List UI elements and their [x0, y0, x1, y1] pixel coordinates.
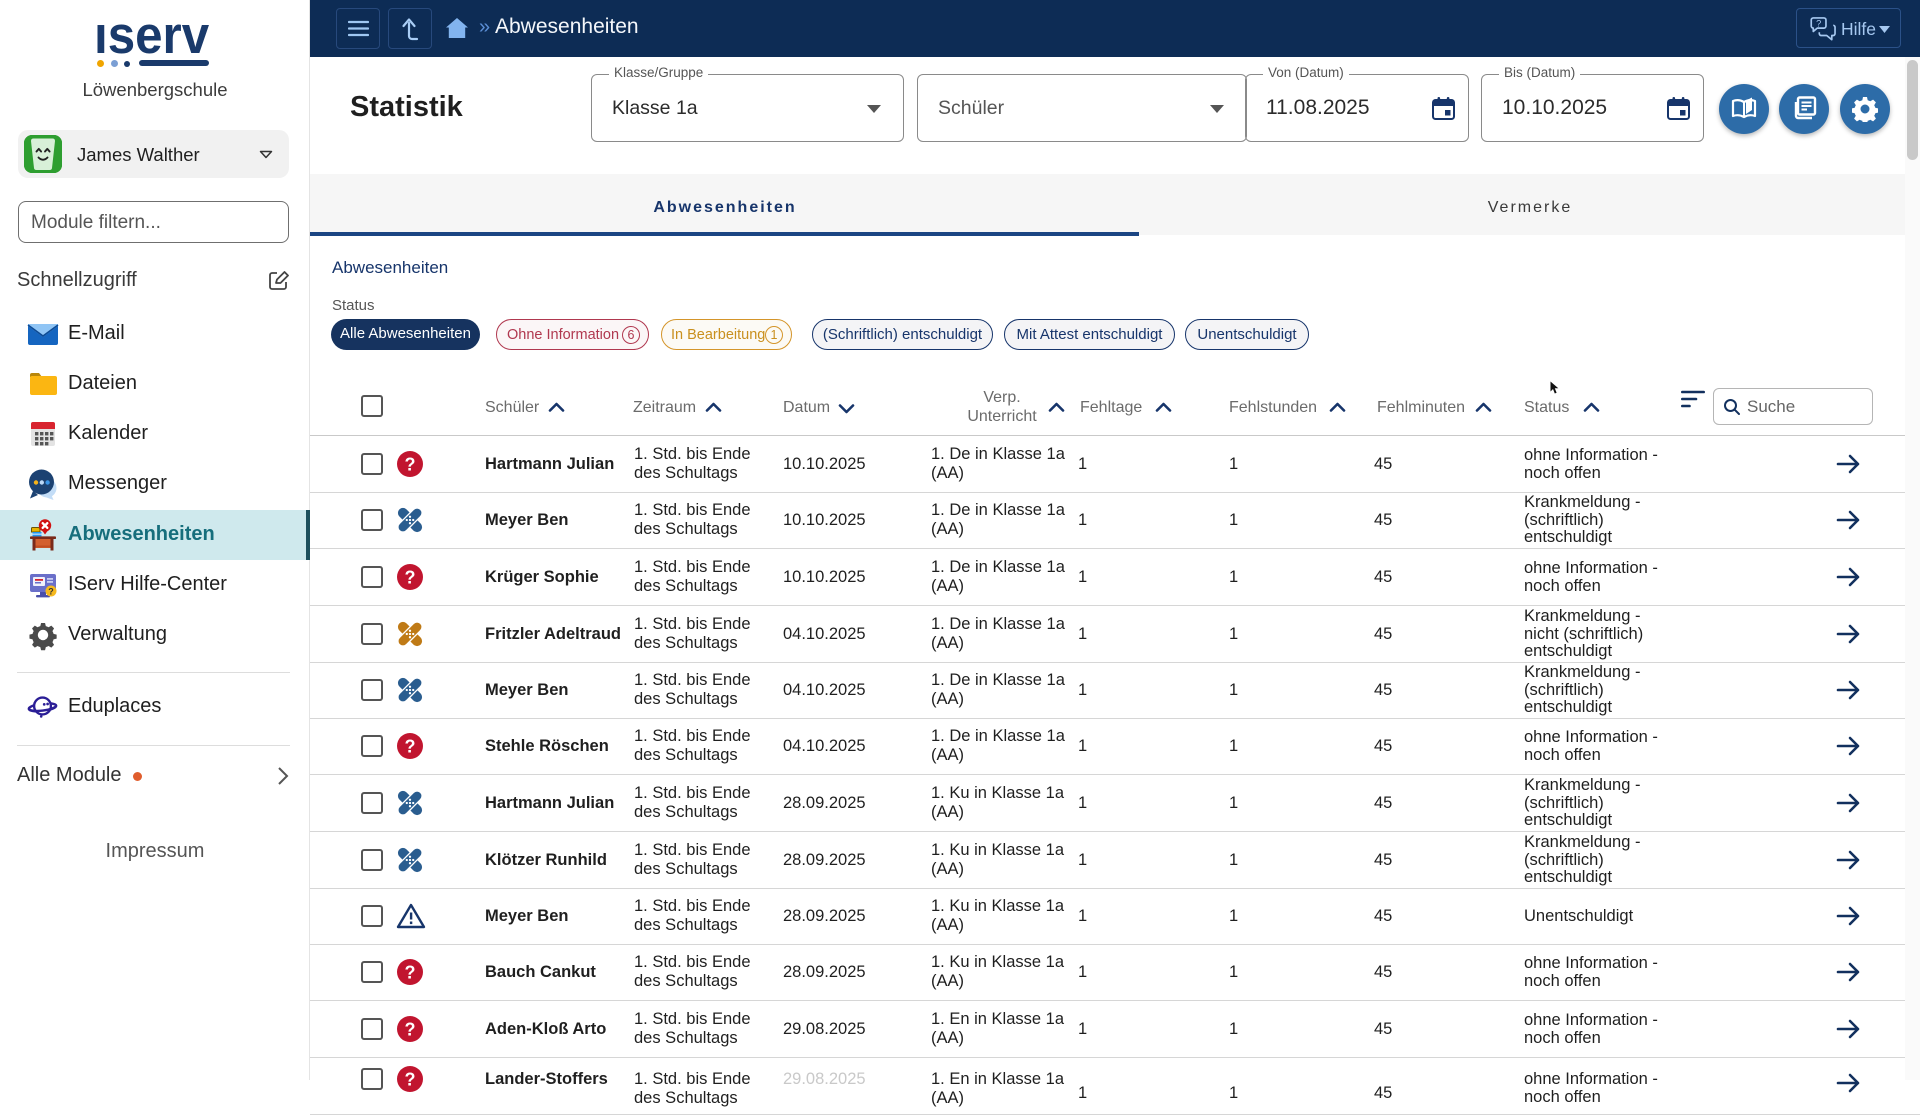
svg-text:?: ? [48, 587, 54, 597]
svg-text:?: ? [405, 1020, 416, 1040]
svg-text:?: ? [405, 568, 416, 588]
svg-text:?: ? [1816, 19, 1821, 29]
svg-text:?: ? [405, 963, 416, 983]
svg-text:?: ? [405, 455, 416, 475]
svg-text:?: ? [405, 737, 416, 757]
